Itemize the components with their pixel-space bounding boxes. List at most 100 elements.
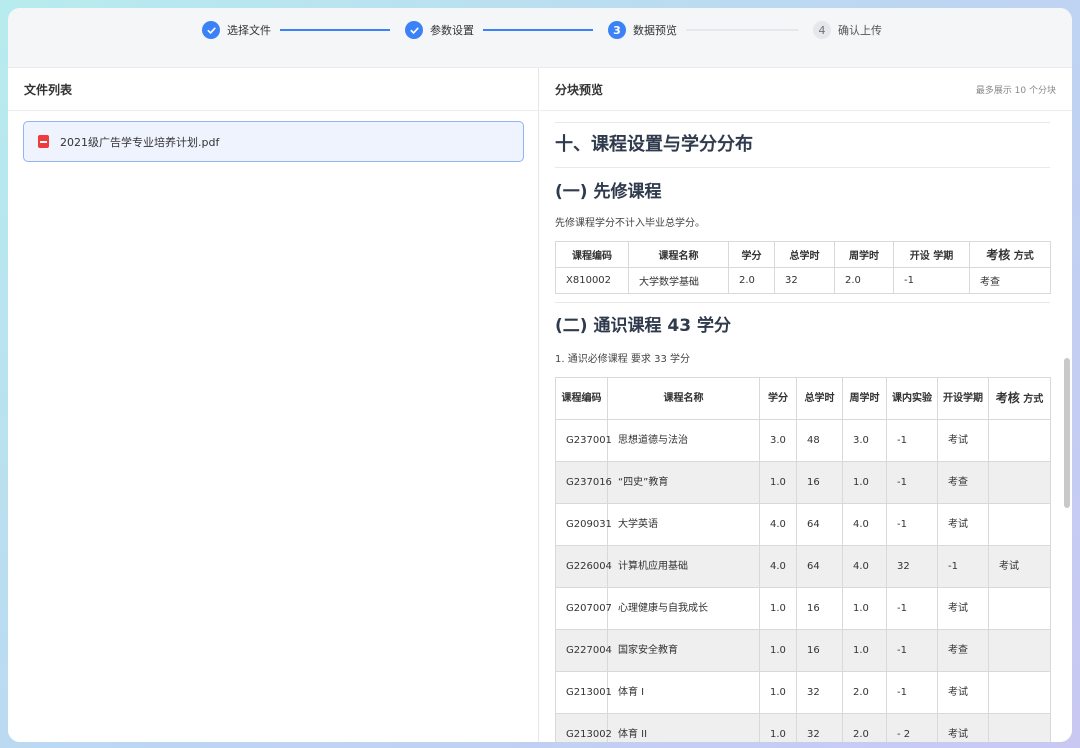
table-cell: 思想道德与法治 <box>607 419 760 462</box>
table-cell: 2.0 <box>728 267 775 294</box>
table-cell: 16 <box>796 629 843 672</box>
step-select-file[interactable]: 选择文件 <box>202 21 271 39</box>
table-cell: -1 <box>886 587 938 630</box>
table-cell: 考查 <box>937 629 989 672</box>
table-cell: 1.0 <box>842 629 887 672</box>
chunk-preview-panel: 分块预览 最多展示 10 个分块 十、课程设置与学分分布 (一) 先修课程 先修… <box>540 68 1072 742</box>
table-cell: -1 <box>937 545 989 588</box>
table-cell: 1.0 <box>759 461 797 504</box>
table-cell: 32 <box>796 671 843 714</box>
table-cell: 考试 <box>937 671 989 714</box>
file-name: 2021级广告学专业培养计划.pdf <box>60 135 220 149</box>
table-header: 课程名称 <box>607 377 760 420</box>
table-cell: 考试 <box>937 713 989 742</box>
general-courses-table: 课程编码 课程名称 学分 总学时 周学时 课内实验 开设学期 考核 方式 G23… <box>555 377 1051 742</box>
table-cell: 大学数学基础 <box>628 267 729 294</box>
file-list-item[interactable]: 2021级广告学专业培养计划.pdf <box>23 121 524 162</box>
subsection-heading: (一) 先修课程 <box>555 182 662 202</box>
table-cell: G226004 <box>555 545 612 588</box>
table-cell: 考试 <box>937 503 989 546</box>
table-header: 学分 <box>728 241 775 268</box>
table-cell: 心理健康与自我成长 <box>607 587 760 630</box>
table-header: 周学时 <box>834 241 894 268</box>
chunk-scroll-area[interactable]: 十、课程设置与学分分布 (一) 先修课程 先修课程学分不计入毕业总学分。 课程编… <box>540 112 1072 742</box>
step-connector <box>280 29 390 31</box>
table-cell: 1.0 <box>759 713 797 742</box>
paragraph: 1. 通识必修课程 要求 33 学分 <box>555 354 690 365</box>
table-cell: -1 <box>886 671 938 714</box>
table-cell: -1 <box>893 267 970 294</box>
table-cell: 考试 <box>988 545 1051 588</box>
table-cell: 2.0 <box>842 713 887 742</box>
table-cell: 1.0 <box>759 671 797 714</box>
step-label: 参数设置 <box>430 24 474 37</box>
table-cell: 32 <box>796 713 843 742</box>
check-icon <box>202 21 220 39</box>
step-number-badge: 3 <box>608 21 626 39</box>
table-row: G227004 国家安全教育 1.0 16 1.0 -1 考查 <box>555 629 1051 672</box>
table-cell: 考试 <box>937 587 989 630</box>
table-cell: 32 <box>774 267 835 294</box>
table-cell: 1.0 <box>759 629 797 672</box>
prereq-table: 课程编码 课程名称 学分 总学时 周学时 开设 学期 考核 方式 X810002… <box>555 241 1051 294</box>
table-cell: G213001 <box>555 671 612 714</box>
table-cell: 64 <box>796 545 843 588</box>
table-cell: -1 <box>886 503 938 546</box>
table-cell: 1.0 <box>759 587 797 630</box>
table-header: 课程名称 <box>628 241 729 268</box>
table-cell <box>988 503 1051 546</box>
chunk-preview-title: 分块预览 <box>555 82 604 97</box>
table-cell: 考查 <box>969 267 1051 294</box>
table-cell: 48 <box>796 419 843 462</box>
table-header: 总学时 <box>774 241 835 268</box>
table-header: 总学时 <box>796 377 843 420</box>
app-window: 选择文件 参数设置 3 数据预览 4 确认上传 文件列表 2021级广告学专业培… <box>8 8 1072 742</box>
step-bar: 选择文件 参数设置 3 数据预览 4 确认上传 <box>8 8 1072 52</box>
table-cell: G213002 <box>555 713 612 742</box>
table-cell: 16 <box>796 587 843 630</box>
table-cell: 2.0 <box>842 671 887 714</box>
table-header: 课内实验 <box>886 377 938 420</box>
step-preview[interactable]: 3 数据预览 <box>608 21 677 39</box>
table-body: G237001 思想道德与法治 3.0 48 3.0 -1 考试 G237016 “四史”教育 1… <box>555 419 1051 742</box>
table-cell: 考试 <box>937 419 989 462</box>
scrollbar-thumb[interactable] <box>1064 358 1070 508</box>
table-cell: - 2 <box>886 713 938 742</box>
table-cell: 大学英语 <box>607 503 760 546</box>
file-list-title: 文件列表 <box>24 82 73 97</box>
table-cell: 4.0 <box>842 545 887 588</box>
table-header: 开设学期 <box>937 377 989 420</box>
table-cell: 32 <box>886 545 938 588</box>
table-cell: 3.0 <box>759 419 797 462</box>
table-cell: 考查 <box>937 461 989 504</box>
step-confirm[interactable]: 4 确认上传 <box>813 21 882 39</box>
table-header: 学分 <box>759 377 797 420</box>
step-connector <box>686 29 798 31</box>
table-cell <box>988 461 1051 504</box>
table-row: G213001 体育 I 1.0 32 2.0 -1 考试 <box>555 671 1051 714</box>
table-cell: “四史”教育 <box>607 461 760 504</box>
pdf-file-icon <box>38 135 49 148</box>
step-params[interactable]: 参数设置 <box>405 21 474 39</box>
subsection-heading: (二) 通识课程 43 学分 <box>555 316 731 336</box>
table-cell: G237016 <box>555 461 612 504</box>
table-cell <box>988 671 1051 714</box>
step-connector <box>483 29 593 31</box>
table-cell: 体育 II <box>607 713 760 742</box>
table-cell: -1 <box>886 461 938 504</box>
chunk-limit-note: 最多展示 10 个分块 <box>975 85 1056 96</box>
table-cell: 16 <box>796 461 843 504</box>
table-header: 考核 方式 <box>988 377 1051 420</box>
table-header: 课程编码 <box>555 377 608 420</box>
main-panel: 文件列表 2021级广告学专业培养计划.pdf 分块预览 最多展示 10 个分块… <box>8 67 1072 742</box>
step-number-badge: 4 <box>813 21 831 39</box>
table-header-row: 课程编码 课程名称 学分 总学时 周学时 开设 学期 考核 方式 <box>555 241 1051 268</box>
table-cell: 国家安全教育 <box>607 629 760 672</box>
table-cell: G237001 <box>555 419 612 462</box>
table-row: G207007 心理健康与自我成长 1.0 16 1.0 -1 考试 <box>555 587 1051 630</box>
table-cell: X810002 <box>555 267 629 294</box>
table-row: G237016 “四史”教育 1.0 16 1.0 -1 考查 <box>555 461 1051 504</box>
step-label: 确认上传 <box>838 24 882 37</box>
file-list-panel: 文件列表 2021级广告学专业培养计划.pdf <box>8 68 539 742</box>
check-icon <box>405 21 423 39</box>
